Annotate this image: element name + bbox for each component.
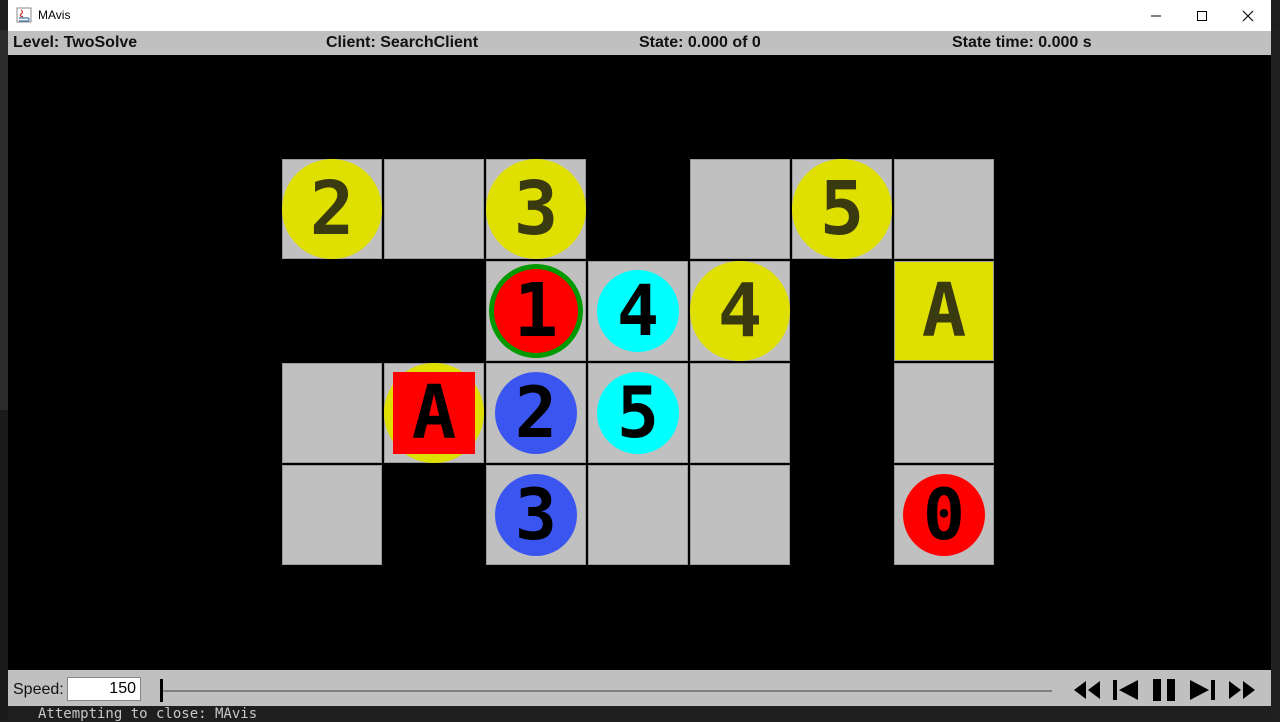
floor-cell: [894, 363, 994, 463]
minimize-button[interactable]: [1133, 0, 1179, 31]
goal-marker: 3: [486, 159, 586, 259]
floor-cell: 3: [486, 159, 586, 259]
floor-cell: [282, 363, 382, 463]
box: A: [393, 370, 475, 456]
floor-cell: 1: [486, 261, 586, 361]
floor-cell: 3: [486, 465, 586, 565]
floor-cell: [690, 363, 790, 463]
step-forward-icon[interactable]: [1186, 678, 1220, 702]
agent: 5: [597, 372, 679, 454]
goal-marker: 2: [282, 159, 382, 259]
mavis-window: MAvis Level: TwoSolve Client: SearchClie…: [8, 0, 1271, 706]
skip-to-end-icon[interactable]: [1226, 678, 1260, 702]
goal-marker: 5: [792, 159, 892, 259]
floor-cell: [282, 465, 382, 565]
timeline-slider-handle[interactable]: [160, 679, 163, 702]
agent: 3: [495, 474, 577, 556]
box-goal-cell: A: [894, 261, 994, 361]
pause-icon[interactable]: [1148, 678, 1182, 702]
skip-to-start-icon[interactable]: [1070, 678, 1104, 702]
floor-cell: 2: [486, 363, 586, 463]
box-goal-label: A: [921, 268, 967, 354]
speed-label: Speed:: [13, 681, 64, 698]
agent-on-goal: 1: [489, 264, 583, 358]
maximize-icon: [1197, 10, 1207, 21]
console-output-line: Attempting to close: MAvis: [38, 706, 258, 722]
close-button[interactable]: [1225, 0, 1271, 31]
minimize-icon: [1151, 15, 1161, 16]
timeline-slider[interactable]: [162, 690, 1052, 692]
floor-cell: 4: [690, 261, 790, 361]
level-label: Level: TwoSolve: [13, 34, 138, 51]
floor-cell: [384, 159, 484, 259]
speed-input[interactable]: 150: [67, 677, 141, 701]
step-back-icon[interactable]: [1108, 678, 1142, 702]
state-label: State: 0.000 of 0: [639, 34, 761, 51]
floor-cell: A: [384, 363, 484, 463]
floor-cell: [690, 159, 790, 259]
console-left-strip-lower: [0, 410, 8, 720]
floor-cell: 0: [894, 465, 994, 565]
playback-controls: Speed: 150: [8, 670, 1271, 706]
agent: 0: [903, 474, 985, 556]
floor-cell: 2: [282, 159, 382, 259]
maximize-button[interactable]: [1179, 0, 1225, 31]
java-app-icon: [16, 7, 32, 23]
floor-cell: [588, 465, 688, 565]
agent: 4: [597, 270, 679, 352]
client-label: Client: SearchClient: [326, 34, 479, 51]
console-right-strip: [1271, 30, 1280, 720]
title-bar[interactable]: MAvis: [8, 0, 1271, 31]
floor-cell: [690, 465, 790, 565]
floor-cell: 5: [588, 363, 688, 463]
level-board: 2 3 5 1 4 4 A A 2 5 3 0: [8, 55, 1271, 670]
floor-cell: 4: [588, 261, 688, 361]
close-icon: [1242, 10, 1254, 21]
status-bar: Level: TwoSolve Client: SearchClient Sta…: [8, 31, 1271, 55]
floor-cell: 5: [792, 159, 892, 259]
console-left-strip: [0, 30, 8, 410]
goal-marker: 4: [690, 261, 790, 361]
agent: 2: [495, 372, 577, 454]
window-title: MAvis: [38, 8, 71, 22]
state-time-label: State time: 0.000 s: [952, 34, 1092, 51]
floor-cell: [894, 159, 994, 259]
